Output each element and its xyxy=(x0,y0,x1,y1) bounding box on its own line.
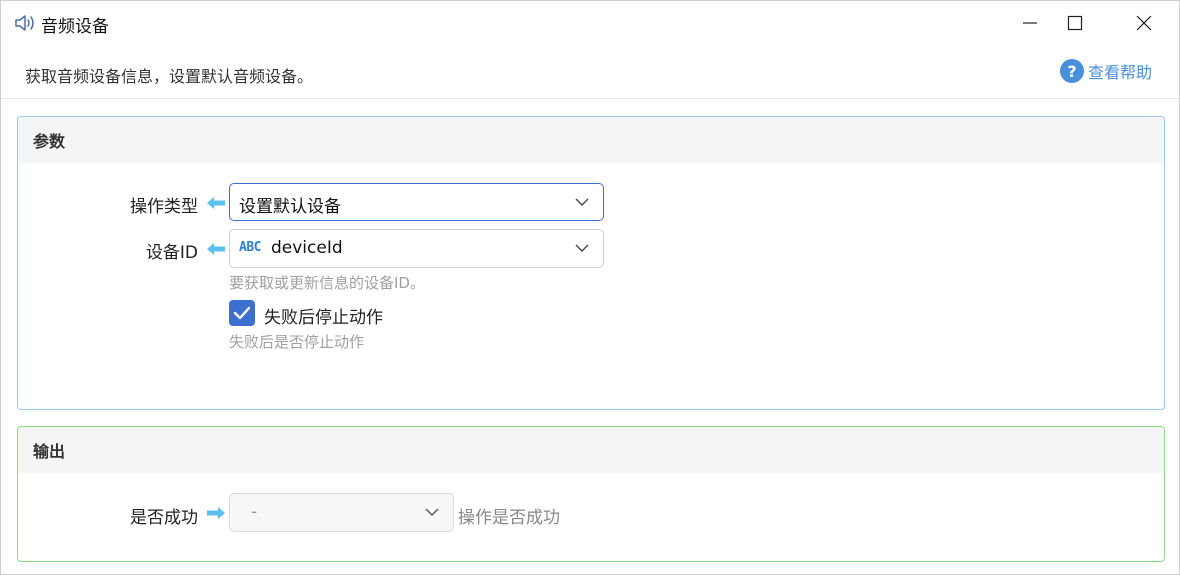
operation-type-label: 操作类型 xyxy=(130,197,198,217)
stop-on-fail-checkbox[interactable] xyxy=(229,300,255,326)
maximize-icon xyxy=(1067,15,1083,31)
description-bar: 获取音频设备信息，设置默认音频设备。 ? 查看帮助 xyxy=(1,45,1179,99)
chevron-down-icon xyxy=(425,508,439,516)
success-variable-select[interactable]: - xyxy=(229,493,454,532)
input-arrow-icon xyxy=(207,243,225,255)
success-description: 操作是否成功 xyxy=(458,508,560,528)
help-link[interactable]: ? 查看帮助 xyxy=(1060,59,1152,83)
help-label: 查看帮助 xyxy=(1088,63,1153,82)
device-id-hint: 要获取或更新信息的设备ID。 xyxy=(229,274,425,292)
question-circle-icon: ? xyxy=(1060,59,1084,83)
output-section-title: 输出 xyxy=(18,427,1164,473)
string-type-icon: ABC xyxy=(239,240,261,255)
dialog-window: 音频设备 获取音频设备信息，设置默认音频设备。 ? 查看帮助 参数 操作类型 设… xyxy=(0,0,1180,575)
maximize-button[interactable] xyxy=(1052,1,1098,45)
input-arrow-icon xyxy=(207,197,225,209)
checkmark-icon xyxy=(233,306,251,320)
stop-on-fail-label[interactable]: 失败后停止动作 xyxy=(264,303,383,328)
window-title: 音频设备 xyxy=(41,17,109,37)
minimize-button[interactable] xyxy=(1007,1,1053,45)
operation-type-value: 设置默认设备 xyxy=(239,197,341,217)
device-id-value: deviceId xyxy=(271,238,343,258)
stop-on-fail-hint: 失败后是否停止动作 xyxy=(229,333,365,351)
success-label: 是否成功 xyxy=(130,508,198,528)
description-text: 获取音频设备信息，设置默认音频设备。 xyxy=(25,67,314,86)
chevron-down-icon xyxy=(575,198,589,206)
operation-type-select[interactable]: 设置默认设备 xyxy=(229,183,604,221)
params-section-title: 参数 xyxy=(18,117,1164,163)
close-button[interactable] xyxy=(1121,1,1167,45)
success-variable-value: - xyxy=(251,502,258,522)
output-arrow-icon xyxy=(207,507,225,519)
close-icon xyxy=(1136,15,1152,31)
output-section: 输出 xyxy=(17,426,1165,562)
chevron-down-icon xyxy=(575,244,589,252)
minimize-icon xyxy=(1023,22,1037,24)
speaker-icon xyxy=(15,15,34,31)
title-bar: 音频设备 xyxy=(1,1,1179,45)
device-id-label: 设备ID xyxy=(145,243,198,263)
device-id-select[interactable]: ABC deviceId xyxy=(229,229,604,268)
